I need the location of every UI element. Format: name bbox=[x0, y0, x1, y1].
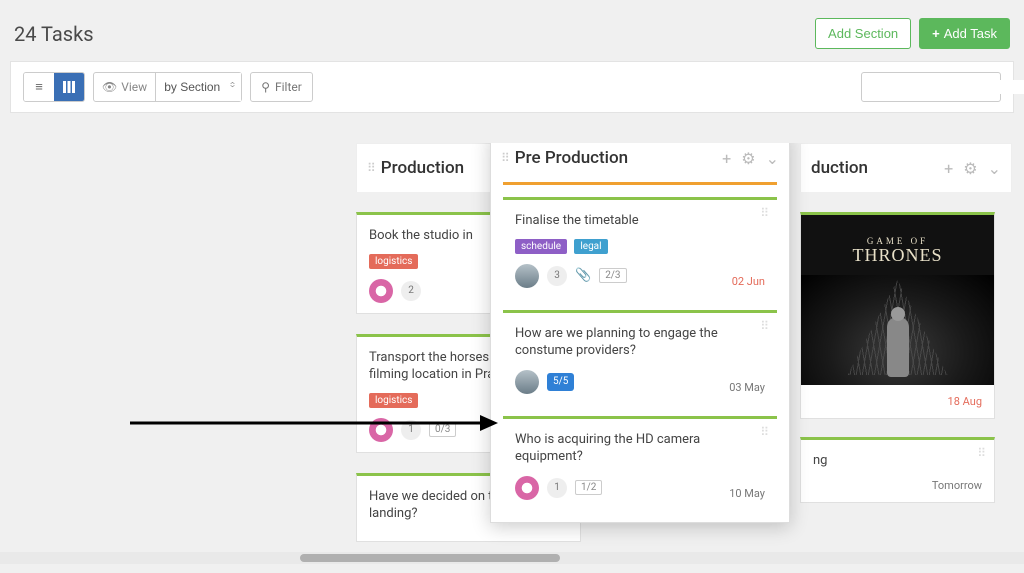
subtask-count: 2/3 bbox=[599, 268, 626, 283]
search-box[interactable]: 🔍 bbox=[861, 72, 1001, 102]
due-date: 10 May bbox=[729, 487, 765, 500]
card-title: ng bbox=[813, 452, 982, 470]
chevron-down-icon[interactable]: ⌄ bbox=[766, 149, 779, 168]
search-input[interactable] bbox=[870, 80, 1024, 94]
add-section-button[interactable]: Add Section bbox=[815, 18, 911, 49]
chevron-down-icon[interactable]: ⌄ bbox=[988, 159, 1001, 178]
due-date: 02 Jun bbox=[732, 275, 765, 288]
drag-handle-icon[interactable]: ⠿ bbox=[367, 165, 375, 171]
due-date: Tomorrow bbox=[932, 479, 982, 492]
annotation-arrow bbox=[130, 411, 500, 435]
view-label: 👁 View bbox=[94, 80, 155, 94]
filter-button[interactable]: ⚲ Filter bbox=[250, 72, 313, 102]
horizontal-scrollbar-thumb[interactable] bbox=[300, 554, 560, 562]
card-title: Who is acquiring the HD camera equipment… bbox=[515, 431, 765, 466]
comment-count: 3 bbox=[547, 266, 567, 286]
paperclip-icon: 📎 bbox=[575, 268, 591, 283]
task-card[interactable]: ⠿ ng Tomorrow bbox=[800, 437, 995, 503]
board-view-toggle[interactable] bbox=[54, 73, 84, 101]
board-icon bbox=[62, 80, 76, 94]
horizontal-scrollbar-track[interactable] bbox=[0, 552, 1024, 564]
comment-count: 1 bbox=[547, 478, 567, 498]
tag: schedule bbox=[515, 239, 567, 254]
tag: logistics bbox=[369, 254, 418, 269]
list-icon: ≡ bbox=[35, 79, 43, 95]
card-title: Finalise the timetable bbox=[515, 212, 765, 230]
add-card-icon[interactable]: + bbox=[944, 159, 953, 178]
eye-icon: 👁 bbox=[102, 80, 117, 94]
card-handle-icon[interactable]: ⠿ bbox=[977, 450, 986, 456]
plus-icon: + bbox=[932, 26, 940, 41]
card-handle-icon[interactable]: ⠿ bbox=[760, 323, 769, 329]
avatar[interactable] bbox=[515, 476, 539, 500]
avatar[interactable] bbox=[515, 264, 539, 288]
funnel-icon: ⚲ bbox=[261, 80, 270, 94]
gear-icon[interactable]: ⚙ bbox=[741, 149, 755, 168]
add-task-button[interactable]: +Add Task bbox=[919, 18, 1010, 49]
page-title: 24 Tasks bbox=[14, 22, 94, 46]
card-image: GAME OFTHRONES bbox=[801, 215, 994, 385]
task-card[interactable]: ⠿ Who is acquiring the HD camera equipme… bbox=[503, 416, 777, 510]
due-date: 03 May bbox=[729, 381, 765, 394]
tag: logistics bbox=[369, 393, 418, 408]
drag-handle-icon[interactable]: ⠿ bbox=[501, 155, 509, 161]
column-post-production: duction + ⚙ ⌄ ⠿ GAME OFTHRONES 18 Aug ⠿ … bbox=[800, 143, 1012, 503]
subtask-count: 1/2 bbox=[575, 480, 602, 495]
list-view-toggle[interactable]: ≡ bbox=[24, 73, 54, 101]
avatar[interactable] bbox=[369, 279, 393, 303]
subtask-count: 5/5 bbox=[547, 373, 574, 391]
tag: legal bbox=[574, 239, 607, 254]
column-title: duction bbox=[811, 158, 938, 178]
avatar[interactable] bbox=[515, 370, 539, 394]
gear-icon[interactable]: ⚙ bbox=[963, 159, 977, 178]
toolbar: ≡ 👁 View by Section ⚲ Filter 🔍 bbox=[10, 61, 1014, 113]
task-card[interactable]: ⠿ GAME OFTHRONES 18 Aug bbox=[800, 212, 995, 419]
card-handle-icon[interactable]: ⠿ bbox=[760, 429, 769, 435]
column-title: Pre Production bbox=[515, 148, 716, 168]
column-pre-production-dragging[interactable]: ⠿ Pre Production + ⚙ ⌄ ⠿ Finalise the ti… bbox=[490, 143, 790, 523]
add-card-icon[interactable]: + bbox=[722, 149, 731, 168]
comment-count: 2 bbox=[401, 281, 421, 301]
due-date: 18 Aug bbox=[801, 385, 994, 418]
card-title: How are we planning to engage the constu… bbox=[515, 325, 765, 360]
grouping-select[interactable]: by Section bbox=[155, 73, 241, 101]
card-handle-icon[interactable]: ⠿ bbox=[760, 210, 769, 216]
board: ⠿ Production ⠿ Book the studio in logist… bbox=[0, 143, 1024, 573]
task-card[interactable]: ⠿ How are we planning to engage the cons… bbox=[503, 310, 777, 404]
task-card[interactable]: ⠿ Finalise the timetable schedule legal … bbox=[503, 197, 777, 298]
